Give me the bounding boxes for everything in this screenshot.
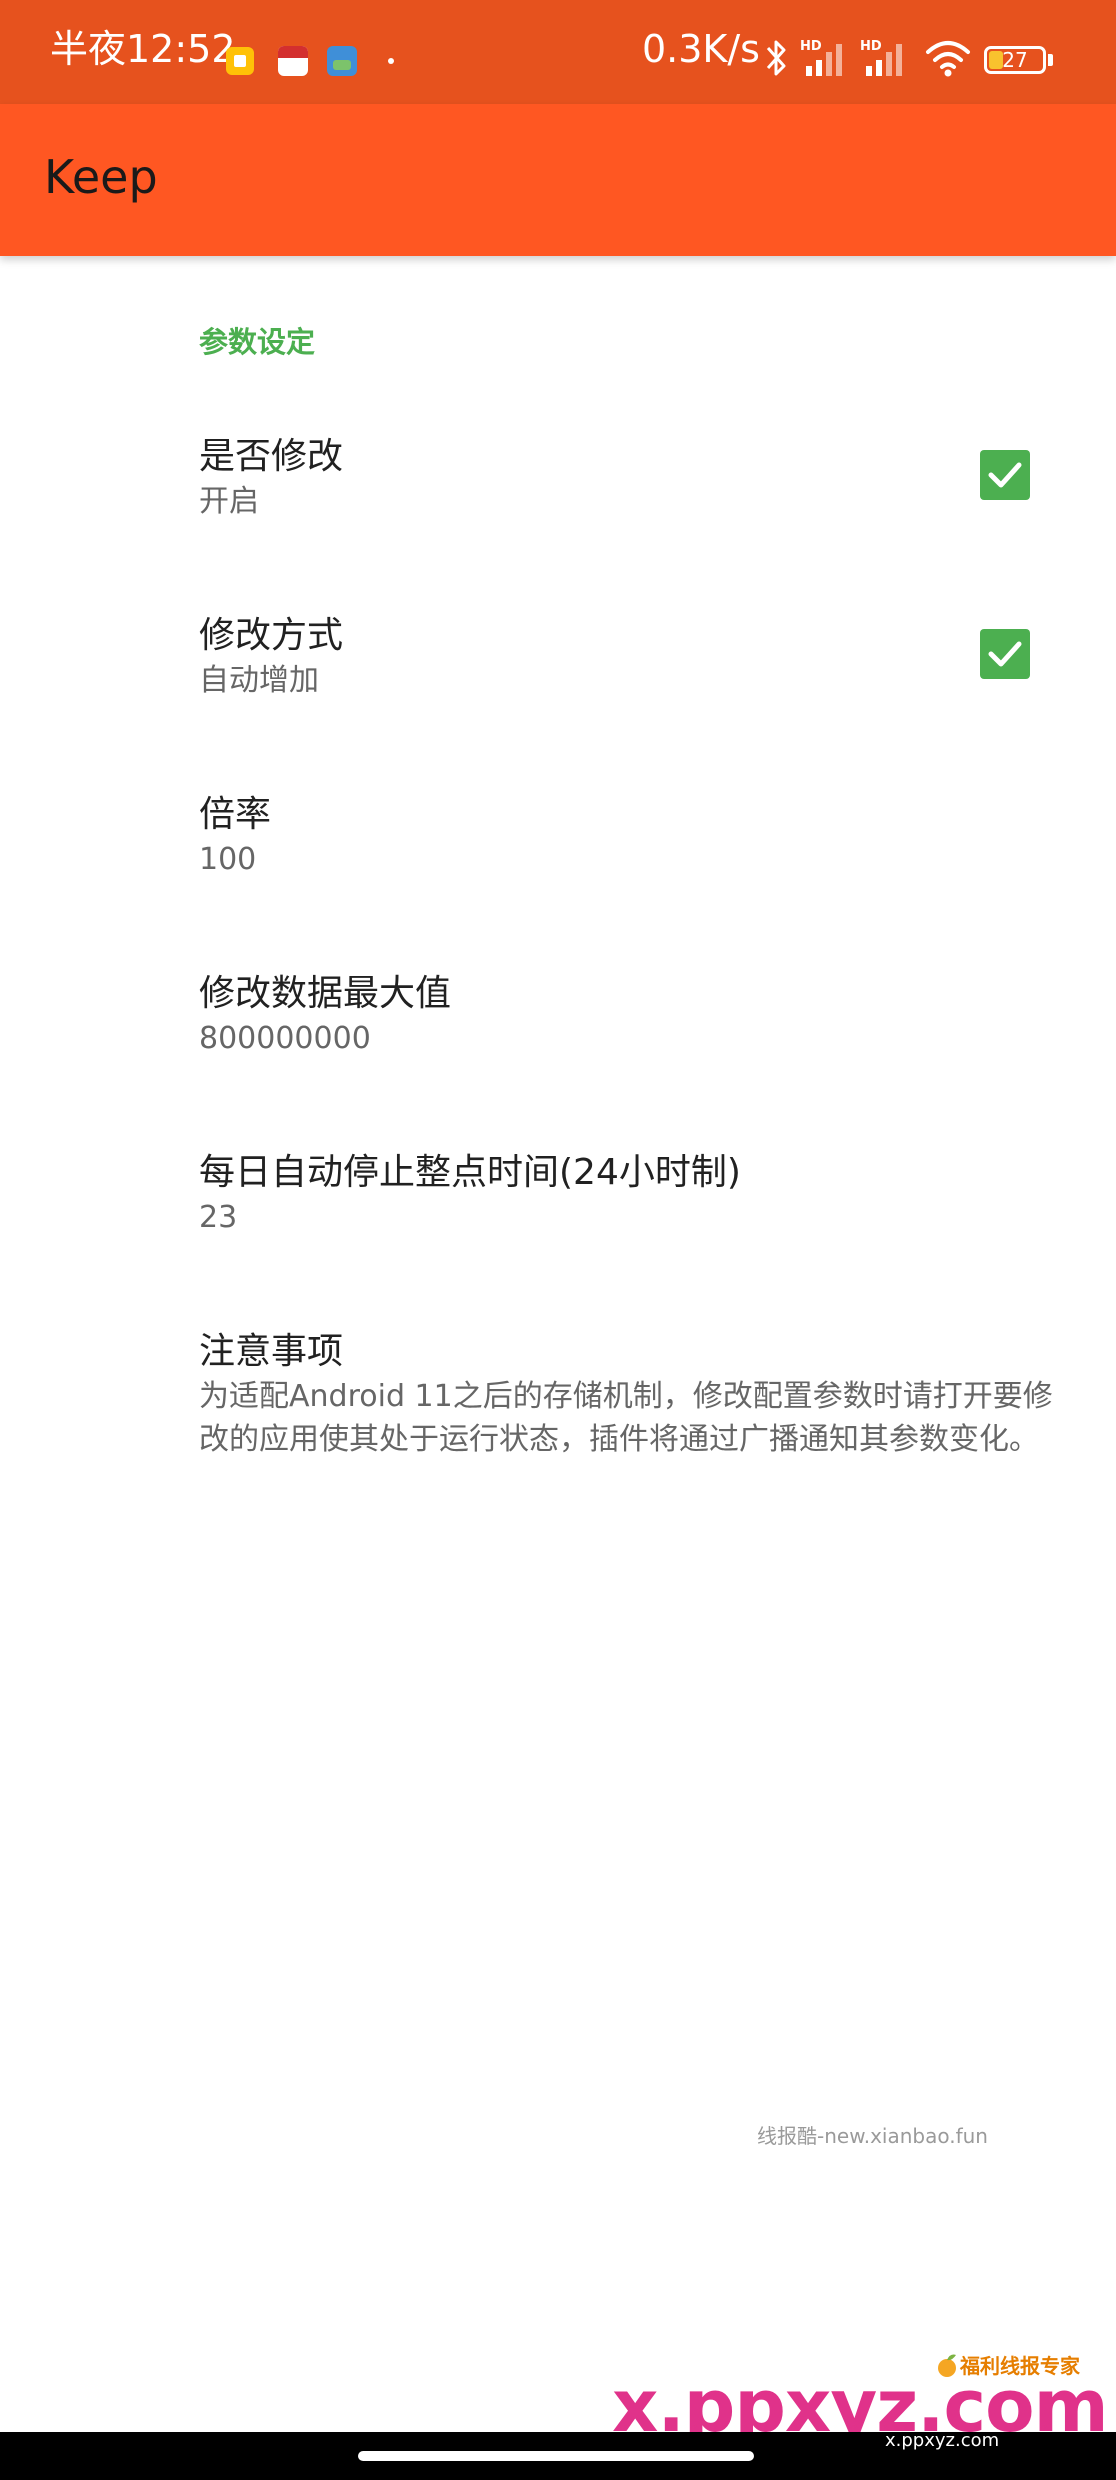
hd-signal-icon: HD <box>860 39 902 76</box>
battery-level: 27 <box>1002 48 1028 72</box>
notification-app-icon <box>327 46 357 76</box>
pref-max-value[interactable]: 修改数据最大值 800000000 <box>0 923 1116 1101</box>
pref-summary: 800000000 <box>199 1021 371 1056</box>
pref-daily-stop-hour[interactable]: 每日自动停止整点时间(24小时制) 23 <box>0 1102 1116 1280</box>
wifi-icon <box>926 41 970 77</box>
pref-multiplier[interactable]: 倍率 100 <box>0 744 1116 922</box>
pref-summary: 100 <box>199 842 257 877</box>
status-bar: 半夜12:52 0.3K/s HD HD 27 <box>0 0 1116 104</box>
pref-notes-summary: 为适配Android 11之后的存储机制，修改配置参数时请打开要修改的应用使其处… <box>199 1379 1053 1457</box>
check-icon <box>988 462 1022 488</box>
watermark-text: 线报酷-new.xianbao.fun <box>757 2124 988 2148</box>
svg-text:HD: HD <box>860 39 882 54</box>
pref-summary: 自动增加 <box>199 663 319 698</box>
gesture-handle[interactable] <box>358 2451 754 2461</box>
pref-title: 修改方式 <box>199 615 344 656</box>
svg-text:HD: HD <box>800 39 822 54</box>
pref-title: 每日自动停止整点时间(24小时制) <box>199 1152 741 1193</box>
pref-title: 倍率 <box>199 794 272 835</box>
checkbox-modify-mode[interactable] <box>980 629 1030 679</box>
more-notifications-dot-icon <box>388 58 394 64</box>
watermark-site-small: x.ppxyz.com <box>885 2430 1000 2451</box>
network-speed: 0.3K/s <box>642 27 760 71</box>
app-bar: Keep <box>0 104 1116 256</box>
app-title: Keep <box>44 150 158 204</box>
hd-signal-icon: HD <box>800 39 842 76</box>
check-icon <box>988 641 1022 667</box>
pref-modify-enabled[interactable]: 是否修改 开启 <box>0 386 1116 564</box>
pref-summary: 开启 <box>199 484 259 519</box>
battery-tip <box>1048 54 1053 66</box>
checkbox-modify-enabled[interactable] <box>980 450 1030 500</box>
pref-summary: 23 <box>199 1200 238 1235</box>
bluetooth-icon <box>766 40 786 76</box>
notification-app-icon <box>226 47 254 75</box>
preference-category-header: 参数设定 <box>199 325 316 359</box>
battery-icon: 27 <box>984 46 1046 74</box>
pref-title: 修改数据最大值 <box>199 973 452 1014</box>
pref-title: 是否修改 <box>199 436 344 477</box>
notification-app-icon <box>278 46 308 76</box>
status-time: 半夜12:52 <box>50 27 236 71</box>
pref-title: 注意事项 <box>199 1331 344 1372</box>
pref-modify-mode[interactable]: 修改方式 自动增加 <box>0 565 1116 743</box>
